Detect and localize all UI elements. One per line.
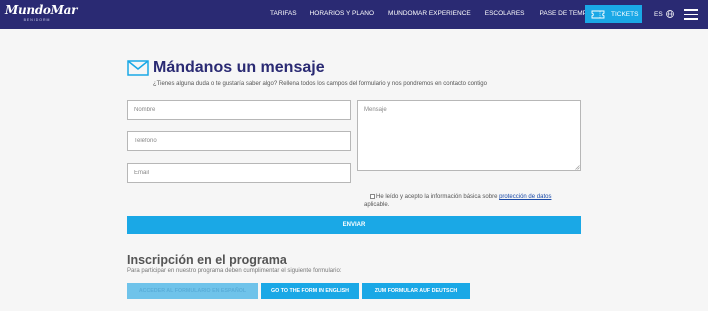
tickets-button[interactable]: TICKETS: [585, 5, 642, 23]
consent-text: He leído y acepto la información básica …: [370, 193, 585, 202]
consent-checkbox[interactable]: [370, 193, 375, 199]
privacy-link[interactable]: protección de datos: [499, 194, 551, 200]
consent-label: He leído y acepto la información básica …: [376, 194, 500, 200]
program-title: Inscripción en el programa: [127, 253, 287, 267]
name-field[interactable]: [127, 100, 351, 120]
form-english-button[interactable]: GO TO THE FORM IN ENGLISH: [261, 283, 359, 299]
message-field[interactable]: [357, 100, 581, 171]
language-label: ES: [654, 10, 663, 18]
envelope-icon: [127, 60, 149, 76]
nav-item-escolares[interactable]: ESCOLARES: [485, 10, 525, 17]
mundomar-logo[interactable]: MundoMar BENIDORM: [5, 3, 78, 25]
consent-text-line2: aplicable.: [364, 202, 390, 208]
email-field[interactable]: [127, 163, 351, 183]
nav-item-experience[interactable]: MUNDOMAR EXPERIENCE: [388, 10, 471, 17]
tickets-label: TICKETS: [611, 10, 639, 18]
phone-field[interactable]: [127, 131, 351, 151]
resize-grip-icon[interactable]: [575, 165, 580, 170]
form-spanish-button[interactable]: ACCEDER AL FORMULARIO EN ESPAÑOL: [127, 283, 258, 299]
logo-text: MundoMar: [5, 3, 78, 17]
globe-icon: [665, 10, 674, 18]
nav-item-horarios[interactable]: HORARIOS Y PLANO: [310, 10, 374, 17]
top-navigation-bar: MundoMar BENIDORM TARIFAS HORARIOS Y PLA…: [0, 0, 708, 29]
ticket-icon: [591, 10, 605, 18]
contact-title: Mándanos un mensaje: [153, 59, 325, 76]
hamburger-menu-icon[interactable]: [684, 9, 698, 20]
logo-subtext: BENIDORM: [23, 18, 51, 22]
nav-item-tarifas[interactable]: TARIFAS: [270, 10, 297, 17]
language-selector[interactable]: ES: [654, 10, 674, 18]
contact-subtitle: ¿Tienes alguna duda o te gustaría saber …: [153, 81, 487, 87]
program-subtitle: Para participar en nuestro programa debe…: [127, 268, 342, 274]
send-button[interactable]: ENVIAR: [127, 216, 581, 234]
form-german-button[interactable]: ZUM FORMULAR AUF DEUTSCH: [362, 283, 470, 299]
main-nav: TARIFAS HORARIOS Y PLANO MUNDOMAR EXPERI…: [270, 10, 610, 17]
